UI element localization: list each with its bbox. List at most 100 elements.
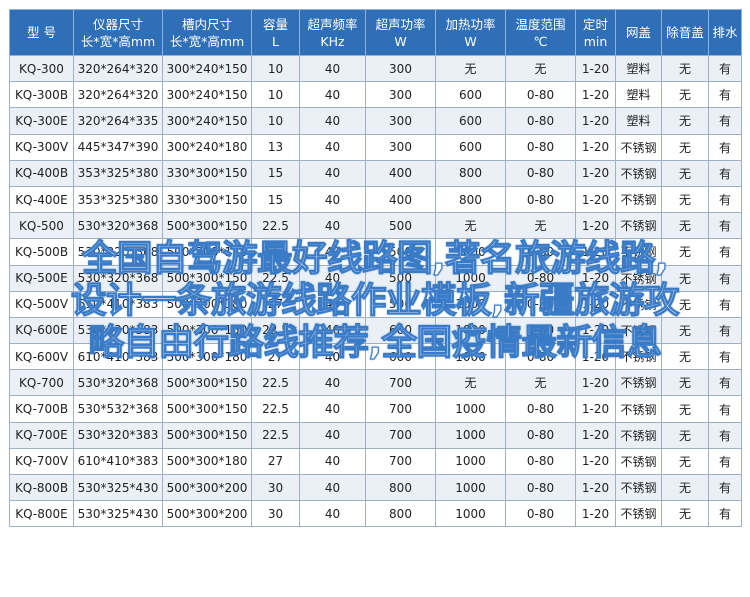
table-cell: KQ-500 [9,212,74,240]
table-cell: 40 [299,343,366,371]
table-cell: 320*264*335 [73,107,163,135]
table-cell: 10 [251,54,300,83]
table-cell: 40 [299,447,366,476]
table-row: KQ-700B 530*532*368 500*300*150 22.5 40 700 10… [9,395,742,423]
column-header: 网盖 [615,9,662,56]
table-cell: 1000 [435,290,506,318]
table-cell: 有 [708,238,742,266]
table-cell: 500*300*150 [162,212,252,240]
table-cell: 600 [365,343,436,371]
table-cell: 330*300*150 [162,185,252,214]
table-cell: 不锈钢 [615,447,662,476]
table-cell: 有 [708,133,742,161]
table-cell: 600 [435,107,506,135]
table-cell: 40 [299,212,366,240]
column-header-unit: ℃ [533,33,548,49]
table-cell: 1000 [435,500,506,528]
column-header-label: 超声频率 [307,16,358,32]
column-header-unit: W [394,33,407,49]
table-cell: 22.5 [251,395,300,423]
column-header-label: 除音盖 [666,25,704,40]
column-header: 温度范围 ℃ [505,9,576,56]
table-cell: 有 [708,447,742,476]
table-cell: 22.5 [251,238,300,266]
column-header-unit: L [272,33,279,49]
table-cell: 27 [251,447,300,476]
column-header-unit: min [583,33,608,49]
column-header-label: 网盖 [625,25,651,40]
table-cell: 40 [299,473,366,502]
column-header: 槽内尺寸 长*宽*高mm [162,9,252,56]
column-header-unit: KHz [320,33,345,49]
table-cell: 0-80 [505,290,576,318]
table-cell: 600 [435,81,506,109]
table-cell: 300 [365,81,436,109]
table-cell: KQ-300 [9,54,74,83]
table-cell: 不锈钢 [615,343,662,371]
table-cell: 塑料 [615,107,662,135]
table-row: KQ-300V 445*347*390 300*240*180 13 40 300 600 0… [9,133,742,161]
table-cell: 不锈钢 [615,264,662,292]
table-cell: 700 [365,369,436,397]
table-cell: 500*300*150 [162,238,252,266]
table-cell: 40 [299,185,366,214]
table-cell: 0-80 [505,81,576,109]
table-cell: 无 [661,421,709,449]
table-cell: 0-80 [505,421,576,449]
table-cell: 无 [435,54,506,83]
table-cell: 1-20 [575,264,616,292]
table-cell: 1000 [435,316,506,345]
table-cell: 有 [708,316,742,345]
table-cell: 500*300*200 [162,473,252,502]
column-header-label: 温度范围 [515,16,566,32]
table-cell: KQ-800B [9,473,74,502]
column-header-unit: W [464,33,477,49]
table-cell: 1-20 [575,107,616,135]
table-cell: 500*300*180 [162,343,252,371]
table-cell: 700 [365,395,436,423]
column-header: 容量 L [251,9,300,56]
column-header-label: 仪器尺寸 [92,16,143,32]
table-cell: 353*325*380 [73,159,163,187]
table-cell: 不锈钢 [615,159,662,187]
table-cell: 500*300*150 [162,421,252,449]
table-cell: 0-80 [505,343,576,371]
table-cell: 40 [299,54,366,83]
table-cell: 0-80 [505,473,576,502]
table-cell: 40 [299,133,366,161]
table-cell: 不锈钢 [615,473,662,502]
table-cell: 22.5 [251,316,300,345]
table-cell: 不锈钢 [615,316,662,345]
table-cell: 0-80 [505,107,576,135]
table-cell: 530*320*368 [73,238,163,266]
table-cell: 10 [251,81,300,109]
column-header-label: 加热功率 [445,16,496,32]
table-cell: 有 [708,369,742,397]
column-header-unit: 长*宽*高mm [169,33,245,49]
table-cell: 无 [661,54,709,83]
table-cell: 0-80 [505,316,576,345]
table-cell: 530*320*383 [73,421,163,449]
table-cell: KQ-300V [9,133,74,161]
table-cell: 300*240*180 [162,133,252,161]
table-cell: 无 [661,500,709,528]
table-cell: 0-80 [505,447,576,476]
table-header-row: 型 号仪器尺寸 长*宽*高mm 槽内尺寸 长*宽*高mm 容量 L 超声频率 KHz 超声功率 W… [9,9,742,56]
table-cell: 塑料 [615,81,662,109]
table-row: KQ-400B 353*325*380 330*300*150 15 40 400 800 0… [9,159,742,187]
table-cell: 40 [299,290,366,318]
table-cell: 10 [251,107,300,135]
column-header-label: 槽内尺寸 [181,16,232,32]
table-cell: 700 [365,421,436,449]
table-row: KQ-500B 530*320*368 500*300*150 22.5 40 500 10… [9,238,742,266]
spec-table-container: 型 号仪器尺寸 长*宽*高mm 槽内尺寸 长*宽*高mm 容量 L 超声频率 KHz 超声功率 W… [9,9,742,528]
table-cell: 0-80 [505,238,576,266]
table-cell: 530*320*368 [73,369,163,397]
table-cell: 有 [708,264,742,292]
table-cell: 500*300*150 [162,264,252,292]
table-cell: 1-20 [575,185,616,214]
table-cell: 有 [708,343,742,371]
table-row: KQ-600E 530*530*383 500*300*150 22.5 40 600 10… [9,316,742,345]
table-cell: 27 [251,290,300,318]
table-cell: KQ-600E [9,316,74,345]
